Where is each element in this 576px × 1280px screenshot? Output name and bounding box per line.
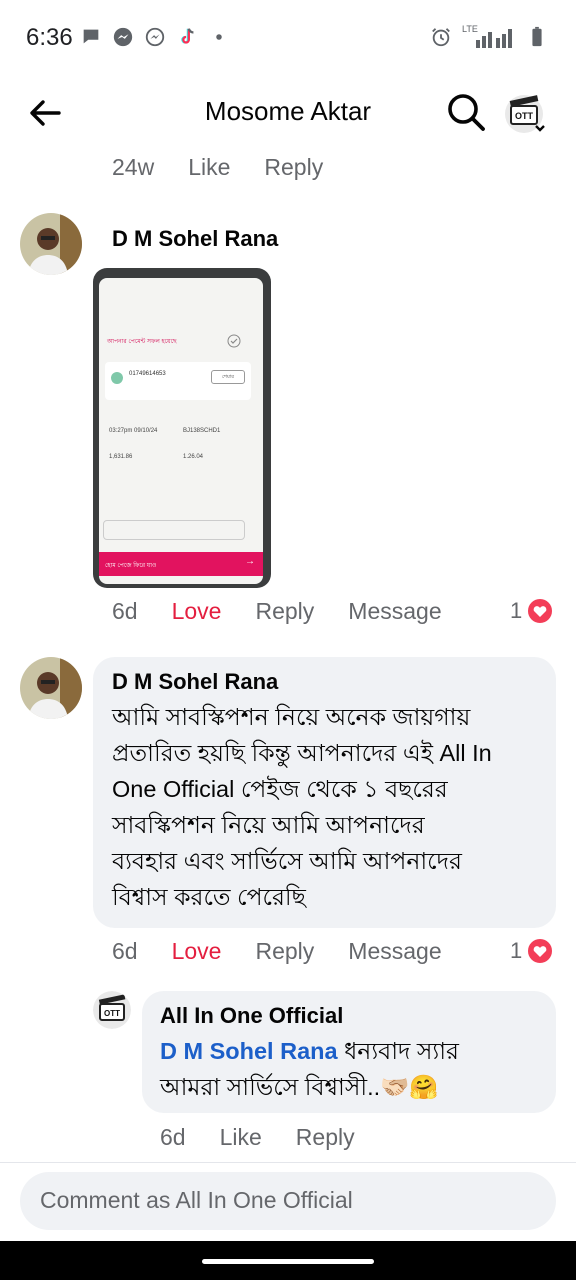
page-switcher-button[interactable]: OTT xyxy=(502,90,550,138)
ott-logo-icon: OTT xyxy=(505,95,545,133)
receipt-trx-id: BJ138SCHD1 xyxy=(183,428,221,434)
notification-icons xyxy=(80,26,230,48)
signal-indicator: LTE xyxy=(462,24,516,48)
avatar[interactable] xyxy=(20,213,82,275)
receipt-home-bar: হোম পেজে ফিরে যাও → xyxy=(99,552,263,576)
receipt-time: 03:27pm 09/10/24 xyxy=(109,428,158,434)
comment-input[interactable]: Comment as All In One Official xyxy=(20,1172,556,1230)
comment-photo[interactable]: আপনার পেমেন্ট সফল হয়েছে 01749614653 শেয… xyxy=(93,268,271,588)
comment-text-line: বিশ্বাস করতে পেরেছি xyxy=(112,884,306,910)
page-title: Mosome Aktar xyxy=(204,96,372,126)
messenger-icon xyxy=(113,27,133,47)
comment-age: 6d xyxy=(112,938,138,964)
arrow-right-icon: → xyxy=(245,556,255,567)
comment-text-line: ব্যবহার এবং সার্ভিসে আমি আপনাদের xyxy=(112,848,462,874)
reaction-summary[interactable]: 1 xyxy=(510,597,555,625)
reaction-count: 1 xyxy=(510,598,523,623)
battery-icon xyxy=(532,26,542,47)
receipt-account-card: 01749614653 শেয়ার xyxy=(105,362,251,400)
love-reaction-button[interactable]: Love xyxy=(172,598,222,625)
reply-author[interactable]: All In One Official xyxy=(160,1003,343,1029)
receipt-secondary-button xyxy=(103,520,245,540)
receipt-home-button: হোম পেজে ফিরে যাও xyxy=(105,563,157,569)
messenger-outline-icon xyxy=(145,27,165,47)
receipt-number: 01749614653 xyxy=(129,371,166,377)
reply-text-line: D M Sohel Rana ধন্যবাদ স্যার xyxy=(160,1033,550,1069)
love-reaction-icon xyxy=(526,937,555,965)
svg-text:OTT: OTT xyxy=(515,111,533,121)
chat-bubble-icon xyxy=(83,29,99,44)
tiktok-icon xyxy=(181,28,194,44)
profile-photo xyxy=(20,657,82,719)
reply-button[interactable]: Reply xyxy=(296,1124,355,1151)
avatar[interactable] xyxy=(20,657,82,719)
receipt-amount: 1,631.86 xyxy=(109,454,133,460)
reply-text: D M Sohel Rana ধন্যবাদ স্যার আমরা সার্ভি… xyxy=(160,1033,550,1105)
profile-photo xyxy=(20,213,82,275)
share-button: শেয়ার xyxy=(211,370,245,384)
comment-author[interactable]: D M Sohel Rana xyxy=(112,669,278,695)
message-button[interactable]: Message xyxy=(348,598,441,625)
home-gesture-handle[interactable] xyxy=(202,1259,374,1264)
like-button[interactable]: Like xyxy=(188,154,230,181)
account-icon xyxy=(111,372,123,384)
check-circle-icon xyxy=(227,334,241,348)
reply-button[interactable]: Reply xyxy=(255,938,314,965)
comment-age: 6d xyxy=(160,1124,186,1150)
reply-text-line: আমরা সার্ভিসে বিশ্বাসী..🫱🏻‍🫲🏼🤗 xyxy=(160,1074,439,1100)
search-button[interactable] xyxy=(444,90,488,134)
reaction-summary[interactable]: 1 xyxy=(510,937,555,965)
alarm-icon xyxy=(432,28,450,47)
comment-actions: 6d Love Reply Message xyxy=(112,598,476,625)
receipt-charge: 1.26.04 xyxy=(183,454,204,460)
comment-text-line: প্রতারিত হয়ছি কিন্তু আপনাদের এই All In xyxy=(112,740,492,766)
search-icon xyxy=(448,94,485,131)
reaction-count: 1 xyxy=(510,938,523,963)
comment-actions: 6d Love Reply Message xyxy=(112,938,476,965)
comment-text-line: One Official পেইজ থেকে ১ বছরের xyxy=(112,776,448,802)
ott-logo-icon: OTT xyxy=(93,991,131,1029)
receipt-header: আপনার পেমেন্ট সফল হয়েছে xyxy=(107,339,177,345)
reply-actions: 6d Like Reply xyxy=(160,1124,389,1151)
like-button[interactable]: Like xyxy=(220,1124,262,1151)
status-bar: 6:36 LTE xyxy=(0,0,576,78)
comment-text-line: আমি সাবস্কিপশন নিয়ে অনেক জায়গায় xyxy=(112,704,471,730)
comment-age: 24w xyxy=(112,154,155,180)
comment-age: 6d xyxy=(112,598,138,624)
reply-button[interactable]: Reply xyxy=(255,598,314,625)
love-reaction-button[interactable]: Love xyxy=(172,938,222,965)
comment-text-line: সাবস্কিপশন নিয়ে আমি আপনাদের xyxy=(112,812,425,838)
love-reaction-icon xyxy=(526,597,555,625)
comment-text: আমি সাবস্কিপশন নিয়ে অনেক জায়গায় প্রতা… xyxy=(112,699,548,915)
system-icons: LTE xyxy=(430,24,548,48)
status-time: 6:36 xyxy=(26,24,73,51)
reply-button[interactable]: Reply xyxy=(264,154,323,181)
dot-icon xyxy=(216,34,222,40)
system-nav-bar xyxy=(0,1241,576,1280)
message-button[interactable]: Message xyxy=(348,938,441,965)
app-bar: Mosome Aktar OTT xyxy=(0,78,576,148)
divider xyxy=(0,1162,576,1163)
reply-bubble: All In One Official D M Sohel Rana ধন্যব… xyxy=(142,991,556,1113)
comment-input-placeholder: Comment as All In One Official xyxy=(40,1187,353,1213)
payment-receipt-screen: আপনার পেমেন্ট সফল হয়েছে 01749614653 শেয… xyxy=(99,278,263,584)
mention-link[interactable]: D M Sohel Rana xyxy=(160,1038,338,1064)
comment-bubble: D M Sohel Rana আমি সাবস্কিপশন নিয়ে অনেক… xyxy=(93,657,556,928)
signal-icon xyxy=(476,29,512,48)
avatar[interactable]: OTT xyxy=(93,991,131,1029)
previous-comment-actions: 24w Like Reply xyxy=(112,154,357,181)
comment-author[interactable]: D M Sohel Rana xyxy=(112,226,278,252)
reply-text-segment: ধন্যবাদ স্যার xyxy=(337,1038,459,1064)
svg-text:OTT: OTT xyxy=(104,1009,120,1018)
